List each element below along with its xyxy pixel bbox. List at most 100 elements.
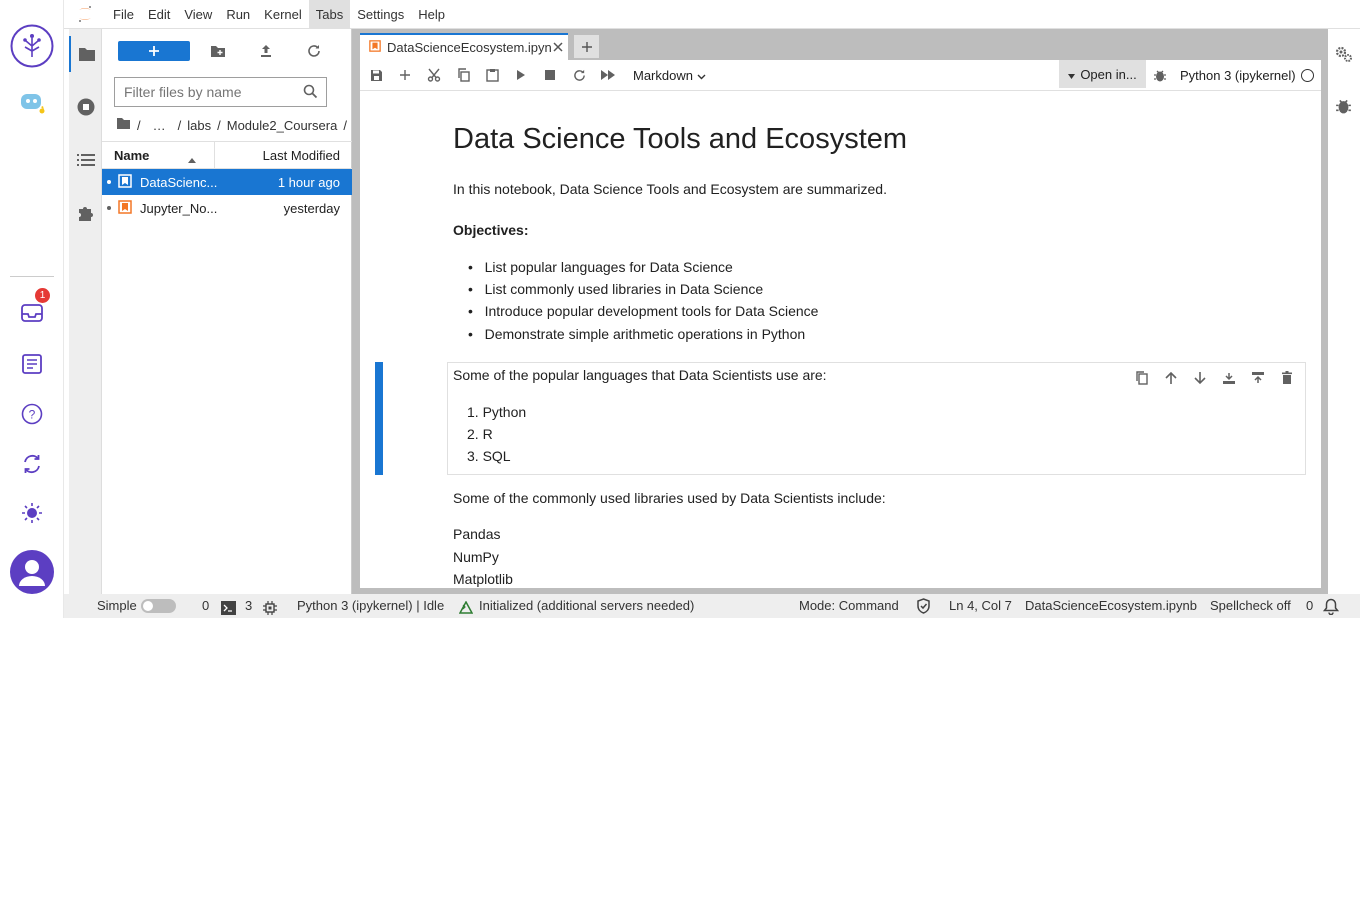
rail-divider (10, 276, 54, 277)
file-browser: Filter files by name / … / labs / Module… (102, 29, 352, 594)
tree-logo-icon[interactable] (10, 24, 54, 68)
insert-cell-icon[interactable] (397, 67, 413, 83)
notification-badge: 1 (35, 288, 50, 303)
file-modified: 1 hour ago (277, 174, 340, 190)
fast-forward-icon[interactable] (600, 67, 616, 83)
kernel-status-icon (1301, 69, 1314, 82)
active-cell-indicator[interactable] (375, 362, 383, 475)
libraries-intro: Some of the commonly used libraries used… (453, 490, 886, 506)
breadcrumb-labs[interactable]: labs (187, 118, 211, 133)
duplicate-cell-icon[interactable] (1134, 370, 1150, 389)
objective-item: • Introduce popular development tools fo… (468, 303, 819, 319)
language-item: 3. SQL (467, 448, 511, 464)
restart-kernel-icon[interactable] (571, 67, 587, 83)
file-filter-input[interactable]: Filter files by name (114, 77, 327, 107)
property-inspector-icon[interactable] (1335, 45, 1353, 66)
sync-icon[interactable] (10, 442, 54, 486)
column-modified-header[interactable]: Last Modified (215, 148, 352, 163)
objective-text: Demonstrate simple arithmetic operations… (484, 326, 806, 342)
notification-count[interactable]: 0 (1306, 594, 1313, 618)
breadcrumb-root[interactable]: / (137, 118, 141, 133)
menu-settings[interactable]: Settings (350, 0, 411, 29)
ai-assistant-icon[interactable] (10, 80, 54, 124)
running-sessions-icon[interactable] (69, 89, 102, 125)
objective-item: • Demonstrate simple arithmetic operatio… (468, 326, 806, 342)
kernel-name[interactable]: Python 3 (ipykernel) (1180, 60, 1296, 91)
notebook-title: Data Science Tools and Ecosystem (453, 123, 908, 155)
breadcrumb-ellipsis[interactable]: … (153, 118, 166, 133)
stop-kernel-icon[interactable] (542, 67, 558, 83)
cpu-chip-icon[interactable] (263, 599, 277, 623)
spellcheck-status[interactable]: Spellcheck off (1210, 594, 1291, 618)
inbox-icon[interactable]: 1 (10, 288, 54, 334)
add-tab-button[interactable] (574, 35, 599, 58)
notebook-file-icon (118, 173, 132, 191)
file-row-datascience[interactable]: DataScienc... 1 hour ago (102, 169, 352, 195)
menu-edit[interactable]: Edit (141, 0, 177, 29)
file-row-jupyter[interactable]: Jupyter_No... yesterday (102, 195, 352, 221)
library-item: NumPy (453, 549, 499, 565)
home-folder-icon[interactable] (116, 117, 131, 133)
tab-notebook[interactable]: DataScienceEcosystem.ipynb (360, 33, 568, 60)
menu-tabs[interactable]: Tabs (308, 0, 351, 29)
terminal-count[interactable]: 3 (245, 594, 252, 618)
running-dot-icon (107, 206, 111, 210)
new-launcher-button[interactable] (118, 41, 190, 61)
menu-run[interactable]: Run (219, 0, 257, 29)
menu-file[interactable]: File (106, 0, 141, 29)
cursor-position[interactable]: Ln 4, Col 7 (949, 594, 1012, 618)
help-icon[interactable]: ? (10, 392, 54, 436)
breadcrumb-module2[interactable]: Module2_Coursera (227, 118, 338, 133)
document-tab-bar: DataScienceEcosystem.ipynb (360, 33, 1320, 60)
user-avatar[interactable] (10, 550, 54, 594)
news-icon[interactable] (10, 342, 54, 386)
chevron-down-icon (697, 60, 706, 91)
activity-bar (69, 29, 102, 594)
kernel-count[interactable]: 0 (202, 594, 209, 618)
left-rail: 1 ? (0, 0, 64, 618)
terminal-icon[interactable] (221, 599, 236, 623)
close-tab-icon[interactable] (553, 40, 563, 55)
lsp-status-text[interactable]: Initialized (additional servers needed) (479, 594, 694, 618)
cut-icon[interactable] (426, 67, 442, 83)
file-modified: yesterday (283, 200, 340, 216)
new-folder-icon[interactable] (208, 41, 228, 61)
extensions-puzzle-icon[interactable] (69, 195, 102, 231)
insert-below-icon[interactable] (1250, 370, 1266, 389)
paste-icon[interactable] (484, 67, 500, 83)
menu-kernel[interactable]: Kernel (257, 0, 309, 29)
trusted-shield-icon[interactable] (916, 598, 931, 622)
debugger-bug-icon[interactable] (1152, 67, 1168, 83)
menu-help[interactable]: Help (411, 0, 452, 29)
upload-icon[interactable] (256, 41, 276, 61)
right-sidebar (1328, 29, 1360, 594)
table-of-contents-icon[interactable] (69, 142, 102, 178)
language-text: SQL (482, 448, 511, 464)
insert-above-icon[interactable] (1221, 370, 1237, 389)
refresh-icon[interactable] (304, 41, 324, 61)
open-in-button[interactable]: Open in... (1059, 60, 1146, 88)
move-down-icon[interactable] (1192, 370, 1208, 389)
breadcrumb-separator: / (177, 117, 182, 133)
theme-toggle-icon[interactable] (10, 491, 54, 535)
breadcrumb-separator: / (217, 117, 221, 133)
column-name-header[interactable]: Name (102, 142, 215, 168)
delete-cell-icon[interactable] (1279, 370, 1295, 389)
debugger-panel-icon[interactable] (1336, 98, 1351, 117)
file-name: DataScienc... (140, 174, 218, 190)
save-icon[interactable] (368, 67, 384, 83)
cell-type-select[interactable]: Markdown (633, 60, 706, 91)
lsp-warning-icon[interactable] (458, 599, 474, 623)
run-cell-icon[interactable] (513, 67, 529, 83)
language-text: Python (482, 404, 527, 420)
kernel-status-text[interactable]: Python 3 (ipykernel) | Idle (297, 594, 444, 618)
menu-view[interactable]: View (177, 0, 219, 29)
folder-icon[interactable] (69, 36, 102, 72)
language-item: 2. R (467, 426, 493, 442)
copy-icon[interactable] (455, 67, 471, 83)
bell-icon[interactable] (1322, 598, 1340, 622)
status-filename[interactable]: DataScienceEcosystem.ipynb (1025, 594, 1197, 618)
move-up-icon[interactable] (1163, 370, 1179, 389)
simple-mode-toggle[interactable] (141, 599, 176, 613)
filter-placeholder: Filter files by name (124, 84, 242, 100)
